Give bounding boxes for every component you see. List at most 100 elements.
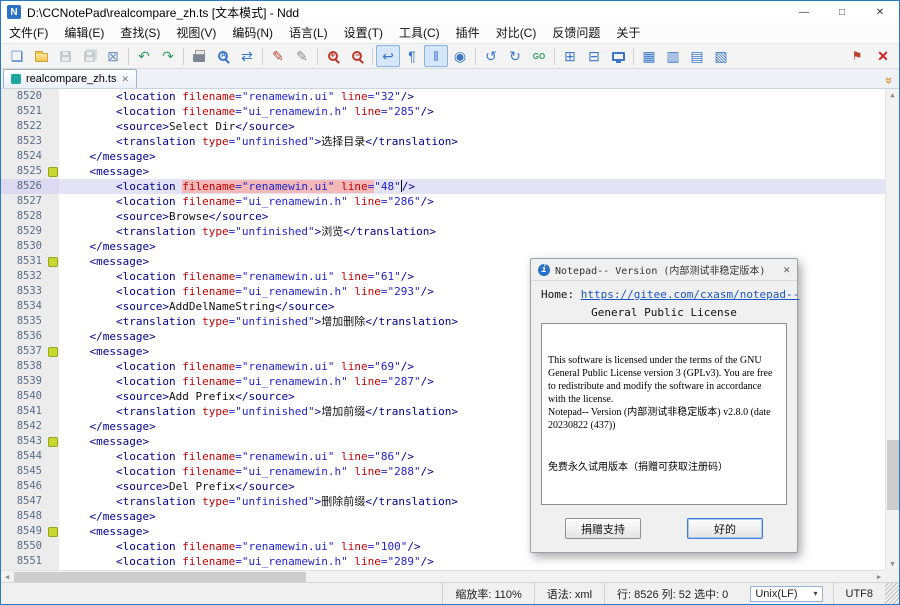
find-icon[interactable]: [211, 45, 235, 67]
marker-margin[interactable]: [47, 539, 59, 554]
edit-pencil-icon[interactable]: ✎: [266, 45, 290, 67]
bookmark-marker[interactable]: [47, 434, 59, 449]
zoom-out-icon[interactable]: [345, 45, 369, 67]
marker-margin[interactable]: [47, 314, 59, 329]
editor-line[interactable]: 8524 </message>: [1, 149, 885, 164]
editor-line[interactable]: 8521 <location filename="ui_renamewin.h"…: [1, 104, 885, 119]
bookmark-marker[interactable]: [47, 524, 59, 539]
batch-tool-icon[interactable]: ▧: [709, 45, 733, 67]
maximize-button[interactable]: □: [823, 1, 861, 23]
menu-item-9[interactable]: 对比(C): [488, 23, 545, 43]
eol-select[interactable]: Unix(LF) ▾: [750, 586, 822, 602]
scroll-right-icon[interactable]: ▶: [873, 573, 885, 581]
marker-margin[interactable]: [47, 239, 59, 254]
marker-margin[interactable]: [47, 479, 59, 494]
tab-overflow-icon[interactable]: »: [882, 77, 897, 84]
editor-line[interactable]: 8523 <translation type="unfinished">选择目录…: [1, 134, 885, 149]
indent-guide-icon[interactable]: ‖: [424, 45, 448, 67]
column-tool-icon[interactable]: ▥: [661, 45, 685, 67]
menu-item-11[interactable]: 关于: [608, 23, 648, 43]
editor-line[interactable]: 8525 <message>: [1, 164, 885, 179]
menu-item-0[interactable]: 文件(F): [1, 23, 56, 43]
marker-margin[interactable]: [47, 209, 59, 224]
marker-margin[interactable]: [47, 359, 59, 374]
editor-line[interactable]: 8527 <location filename="ui_renamewin.h"…: [1, 194, 885, 209]
print-icon[interactable]: [187, 45, 211, 67]
marker-margin[interactable]: [47, 269, 59, 284]
marker-margin[interactable]: [47, 149, 59, 164]
readonly-pencil-icon[interactable]: ✎: [290, 45, 314, 67]
marker-margin[interactable]: [47, 329, 59, 344]
marker-margin[interactable]: [47, 449, 59, 464]
editor-line[interactable]: 8526 <location filename="renamewin.ui" l…: [1, 179, 885, 194]
open-folder-icon[interactable]: [29, 45, 53, 67]
editor-line[interactable]: 8520 <location filename="renamewin.ui" l…: [1, 89, 885, 104]
marker-margin[interactable]: [47, 419, 59, 434]
marker-margin[interactable]: [47, 554, 59, 569]
scroll-up-icon[interactable]: ▲: [886, 89, 899, 101]
new-file-icon[interactable]: ❏: [5, 45, 29, 67]
menu-item-2[interactable]: 查找(S): [112, 23, 168, 43]
dialog-close-icon[interactable]: ✕: [777, 263, 790, 276]
marker-margin[interactable]: [47, 119, 59, 134]
focus-mode-icon[interactable]: ◉: [448, 45, 472, 67]
scroll-left-icon[interactable]: ◀: [1, 573, 13, 581]
bookmark-marker[interactable]: [47, 344, 59, 359]
editor[interactable]: 8520 <location filename="renamewin.ui" l…: [1, 89, 899, 582]
history-forward-icon[interactable]: ↻: [503, 45, 527, 67]
marker-margin[interactable]: [47, 179, 59, 194]
monitor-icon[interactable]: [606, 45, 630, 67]
marker-margin[interactable]: [47, 224, 59, 239]
marker-margin[interactable]: [47, 104, 59, 119]
marker-margin[interactable]: [47, 404, 59, 419]
tab-realcompare[interactable]: realcompare_zh.ts ✕: [3, 69, 137, 88]
bookmark-marker[interactable]: [47, 254, 59, 269]
resize-grip[interactable]: [885, 583, 899, 604]
marker-margin[interactable]: [47, 464, 59, 479]
marker-margin[interactable]: [47, 374, 59, 389]
grid-tool-icon[interactable]: ▦: [637, 45, 661, 67]
format-tool-icon[interactable]: ▤: [685, 45, 709, 67]
file-compare-icon[interactable]: ⊞: [558, 45, 582, 67]
editor-line[interactable]: 8551 <location filename="ui_renamewin.h"…: [1, 554, 885, 569]
horizontal-scroll-thumb[interactable]: [14, 572, 306, 582]
editor-line[interactable]: 8522 <source>Select Dir</source>: [1, 119, 885, 134]
marker-margin[interactable]: [47, 194, 59, 209]
show-symbol-icon[interactable]: ¶: [400, 45, 424, 67]
marker-margin[interactable]: [47, 134, 59, 149]
history-back-icon[interactable]: ↺: [479, 45, 503, 67]
zoom-in-icon[interactable]: [321, 45, 345, 67]
save-all-icon[interactable]: [77, 45, 101, 67]
undo-icon[interactable]: ↶: [132, 45, 156, 67]
ok-button[interactable]: 好的: [687, 518, 763, 539]
menu-item-3[interactable]: 视图(V): [168, 23, 224, 43]
replace-icon[interactable]: ⇄: [235, 45, 259, 67]
editor-line[interactable]: 8530 </message>: [1, 239, 885, 254]
menu-item-1[interactable]: 编辑(E): [56, 23, 112, 43]
vertical-scroll-thumb[interactable]: [887, 440, 899, 510]
minimize-button[interactable]: —: [785, 1, 823, 23]
tab-close-icon[interactable]: ✕: [122, 74, 130, 85]
menu-item-10[interactable]: 反馈问题: [544, 23, 608, 43]
marker-margin[interactable]: [47, 284, 59, 299]
marker-margin[interactable]: [47, 509, 59, 524]
menu-item-4[interactable]: 编码(N): [224, 23, 281, 43]
redo-icon[interactable]: ↷: [156, 45, 180, 67]
toolbar-pin-icon[interactable]: ⚑: [845, 45, 869, 67]
goto-line-icon[interactable]: GO: [527, 45, 551, 67]
dir-compare-icon[interactable]: ⊟: [582, 45, 606, 67]
scroll-down-icon[interactable]: ▼: [886, 558, 899, 570]
vertical-scrollbar[interactable]: ▲ ▼: [885, 89, 899, 570]
donate-button[interactable]: 捐赠支持: [565, 518, 641, 539]
menu-item-8[interactable]: 插件: [448, 23, 488, 43]
marker-margin[interactable]: [47, 89, 59, 104]
close-file-icon[interactable]: ⊠: [101, 45, 125, 67]
editor-line[interactable]: 8528 <source>Browse</source>: [1, 209, 885, 224]
horizontal-scrollbar[interactable]: ◀ ▶: [1, 570, 885, 582]
toolbar-close-icon[interactable]: ✕: [871, 45, 895, 67]
marker-margin[interactable]: [47, 389, 59, 404]
save-icon[interactable]: [53, 45, 77, 67]
close-button[interactable]: ✕: [861, 1, 899, 23]
word-wrap-icon[interactable]: ↩: [376, 45, 400, 67]
menu-item-7[interactable]: 工具(C): [391, 23, 448, 43]
